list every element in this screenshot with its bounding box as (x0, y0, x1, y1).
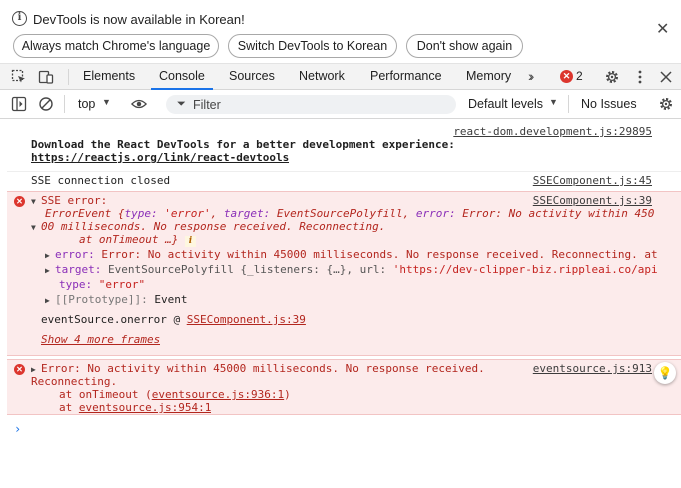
expand-triangle-icon[interactable]: ▶ (45, 266, 55, 275)
info-icon: i (12, 11, 27, 26)
console-error-message: ✕ ▼ SSE error: SSEComponent.js:39 ErrorEv… (7, 191, 681, 356)
source-link[interactable]: SSEComponent.js:45 (533, 174, 652, 187)
stack-frame: at onTimeout (eventsource.js:936:1) (59, 388, 291, 401)
error-event-summary: ErrorEvent {type: 'error', target: Event… (45, 207, 655, 220)
tab-sources[interactable]: Sources (229, 64, 275, 90)
always-match-language-button[interactable]: Always match Chrome's language (13, 34, 219, 58)
property-target[interactable]: ▶ target: EventSourcePolyfill {_listeners… (45, 263, 659, 276)
console-message: react-dom.development.js:29895 Download … (7, 119, 681, 171)
sidebar-toggle-icon[interactable] (11, 96, 27, 112)
error-event-summary-cont: at onTimeout …} i (79, 233, 196, 247)
filter-box[interactable]: ⏷ (166, 95, 456, 114)
error-text[interactable]: ▶ Error: No activity within 45000 millise… (31, 362, 485, 375)
settings-gear-icon[interactable] (604, 69, 620, 85)
close-icon[interactable]: ✕ (656, 22, 669, 38)
device-toolbar-icon[interactable] (38, 69, 54, 85)
property-error[interactable]: ▶ error: Error: No activity within 45000 … (45, 248, 659, 261)
source-link[interactable]: SSEComponent.js:39 (533, 194, 652, 207)
error-count: 2 (576, 69, 583, 83)
error-header[interactable]: ▼ SSE error: (31, 194, 107, 207)
live-expression-eye-icon[interactable] (131, 96, 147, 112)
context-selector[interactable]: top (78, 97, 95, 111)
show-more-frames-link[interactable]: Show 4 more frames (41, 333, 160, 346)
clear-console-icon[interactable] (38, 96, 54, 112)
close-devtools-icon[interactable] (658, 69, 674, 85)
stack-frame: at eventsource.js:954:1 (59, 401, 212, 414)
lightbulb-insights-icon[interactable]: 💡 (654, 362, 676, 384)
log-levels-dropdown[interactable]: Default levels (468, 97, 543, 111)
expand-triangle-icon[interactable]: ▶ (45, 251, 55, 260)
stack-frame-link[interactable]: eventsource.js:936:1 (152, 388, 284, 401)
console-toolbar: top ▼ ⏷ Default levels ▼ No Issues (0, 90, 681, 119)
tab-console[interactable]: Console (151, 64, 213, 90)
filter-funnel-icon: ⏷ (177, 98, 186, 110)
error-icon: ✕ (560, 70, 573, 83)
infobar-message: DevTools is now available in Korean! (33, 12, 245, 27)
stack-frame-link[interactable]: eventsource.js:954:1 (79, 401, 211, 414)
tab-divider (68, 69, 69, 85)
filter-input[interactable] (193, 97, 448, 112)
react-devtools-link[interactable]: https://reactjs.org/link/react-devtools (31, 151, 289, 164)
property-prototype[interactable]: ▶ [[Prototype]]: Event (45, 293, 187, 306)
info-icon[interactable]: i (184, 236, 196, 247)
source-link[interactable]: react-dom.development.js:29895 (453, 125, 652, 138)
error-event-summary-cont: ▼ 00 milliseconds. No response received. … (31, 220, 386, 233)
issues-button[interactable]: No Issues (581, 97, 637, 111)
expand-triangle-icon[interactable]: ▼ (31, 197, 41, 206)
source-link[interactable]: eventsource.js:913 (533, 362, 652, 375)
console-prompt[interactable]: › (14, 422, 21, 436)
inspect-element-icon[interactable] (11, 69, 27, 85)
expand-triangle-icon[interactable]: ▶ (31, 365, 41, 374)
tab-memory[interactable]: Memory (466, 64, 511, 90)
expand-triangle-icon[interactable]: ▶ (45, 296, 55, 305)
more-options-icon[interactable] (632, 69, 648, 85)
stack-frame: eventSource.onerror @ SSEComponent.js:39 (41, 313, 306, 326)
error-icon: ✕ (14, 196, 25, 207)
language-infobar: i DevTools is now available in Korean! ✕… (0, 0, 681, 64)
message-text: SSE connection closed (31, 174, 171, 187)
devtools-tabbar: Elements Console Sources Network Perform… (0, 64, 681, 90)
toolbar-divider (568, 95, 569, 113)
console-output: react-dom.development.js:29895 Download … (0, 119, 681, 488)
stack-frame-link[interactable]: SSEComponent.js:39 (187, 313, 306, 326)
chevron-down-icon[interactable]: ▼ (102, 97, 111, 107)
console-error-message: ✕ ▶ Error: No activity within 45000 milli… (7, 359, 681, 415)
tab-elements[interactable]: Elements (83, 64, 135, 90)
toolbar-divider (64, 95, 65, 113)
chevron-down-icon[interactable]: ▼ (549, 97, 558, 107)
more-tabs-icon[interactable]: ›› (528, 68, 535, 84)
console-settings-gear-icon[interactable] (658, 96, 674, 112)
tab-performance[interactable]: Performance (370, 64, 442, 90)
property-type: type: "error" (59, 278, 146, 291)
message-text: Download the React DevTools for a better… (31, 138, 455, 151)
dont-show-again-button[interactable]: Don't show again (406, 34, 523, 58)
error-text-cont: Reconnecting. (31, 375, 118, 388)
error-icon: ✕ (14, 364, 25, 375)
console-message: SSE connection closed SSEComponent.js:45 (7, 171, 681, 190)
tab-network[interactable]: Network (299, 64, 345, 90)
switch-to-korean-button[interactable]: Switch DevTools to Korean (228, 34, 397, 58)
expand-triangle-icon[interactable]: ▼ (31, 223, 41, 232)
